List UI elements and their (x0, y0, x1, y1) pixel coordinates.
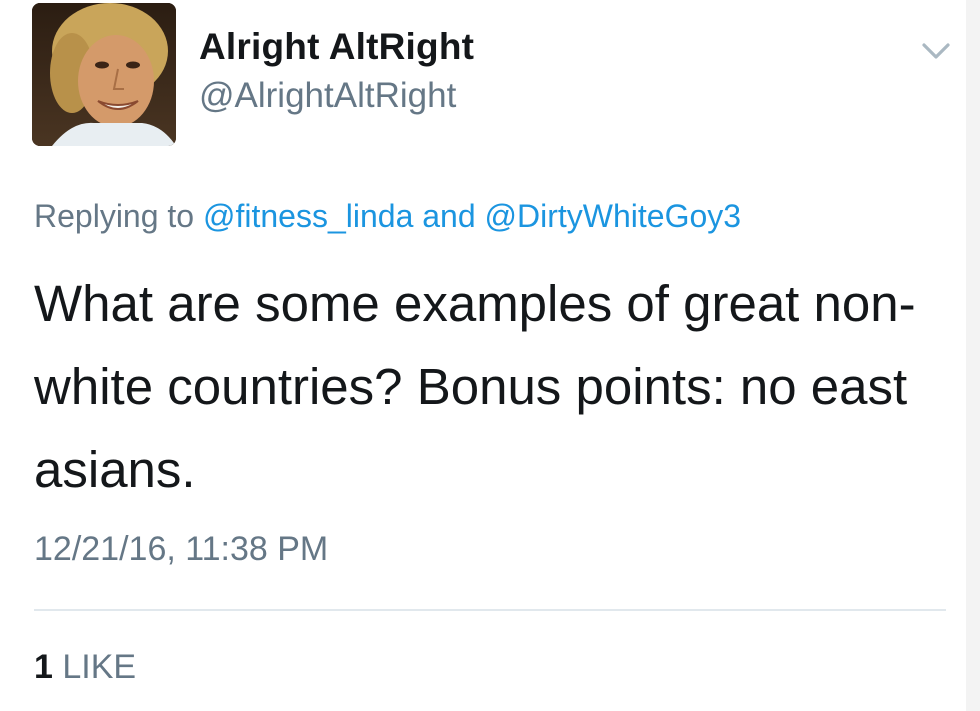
tweet-card: Alright AltRight @AlrightAltRight Replyi… (0, 0, 980, 711)
display-name[interactable]: Alright AltRight (199, 26, 474, 68)
avatar[interactable] (32, 3, 176, 146)
replying-to-line: Replying to @fitness_linda and @DirtyWhi… (34, 198, 741, 235)
avatar-image (32, 3, 176, 146)
divider (34, 609, 946, 611)
tweet-timestamp: 12/21/16, 11:38 PM (34, 530, 329, 568)
mention-conjunction[interactable]: and (422, 198, 475, 234)
user-handle[interactable]: @AlrightAltRight (199, 76, 456, 116)
tweet-text: What are some examples of great non-whit… (34, 275, 916, 498)
mention-link-dirtywhitegoy3[interactable]: @DirtyWhiteGoy3 (485, 198, 742, 234)
likes-number: 1 (34, 648, 53, 686)
replying-prefix: Replying to (34, 198, 195, 234)
mention-link-fitness-linda[interactable]: @fitness_linda (203, 198, 413, 234)
scroll-edge (966, 0, 980, 711)
chevron-down-icon[interactable] (921, 40, 951, 62)
likes-label: LIKE (62, 648, 137, 686)
likes-count[interactable]: 1 LIKE (34, 648, 136, 687)
